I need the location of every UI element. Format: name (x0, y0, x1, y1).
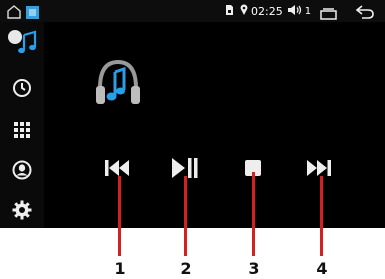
callout-number-4: 4 (316, 259, 328, 278)
app-thumbnail-icon[interactable] (26, 4, 39, 23)
callout-number-3: 3 (248, 259, 260, 278)
callout-line-2 (184, 176, 187, 256)
sidebar-item-music[interactable] (0, 22, 44, 62)
album-art (94, 58, 142, 110)
music-note-icon (8, 30, 37, 54)
sidebar-item-contact[interactable] (0, 152, 44, 188)
sidebar-item-apps[interactable] (0, 112, 44, 148)
music-player-panel (44, 22, 385, 228)
callout-number-2: 2 (180, 259, 192, 278)
contact-icon (12, 160, 32, 180)
next-track-button[interactable] (304, 155, 334, 181)
apps-grid-icon (14, 122, 30, 138)
status-time: 02:25 (251, 4, 283, 18)
callout-line-1 (118, 176, 121, 256)
callout-number-1: 1 (114, 259, 126, 278)
clock-icon (13, 79, 31, 97)
home-outline-icon[interactable] (6, 4, 22, 23)
headphones-music-icon (96, 59, 140, 104)
volume-level: 1 (304, 5, 312, 17)
previous-track-button[interactable] (102, 155, 132, 181)
previous-track-icon (105, 160, 129, 176)
volume-icon (287, 4, 303, 19)
sidebar (0, 22, 44, 228)
status-right-group: 02:25 1 (225, 0, 311, 22)
sidebar-item-clock[interactable] (0, 70, 44, 106)
sidebar-item-settings[interactable] (0, 192, 44, 228)
location-pin-icon (240, 4, 248, 18)
back-arrow-icon[interactable] (355, 4, 374, 23)
head-unit-screen: 02:25 1 (0, 0, 385, 228)
gear-icon (12, 200, 32, 220)
callout-line-4 (320, 176, 323, 256)
callout-line-3 (252, 172, 255, 256)
sim-card-icon (225, 4, 234, 19)
status-bar: 02:25 1 (0, 0, 385, 22)
next-track-icon (307, 160, 331, 176)
